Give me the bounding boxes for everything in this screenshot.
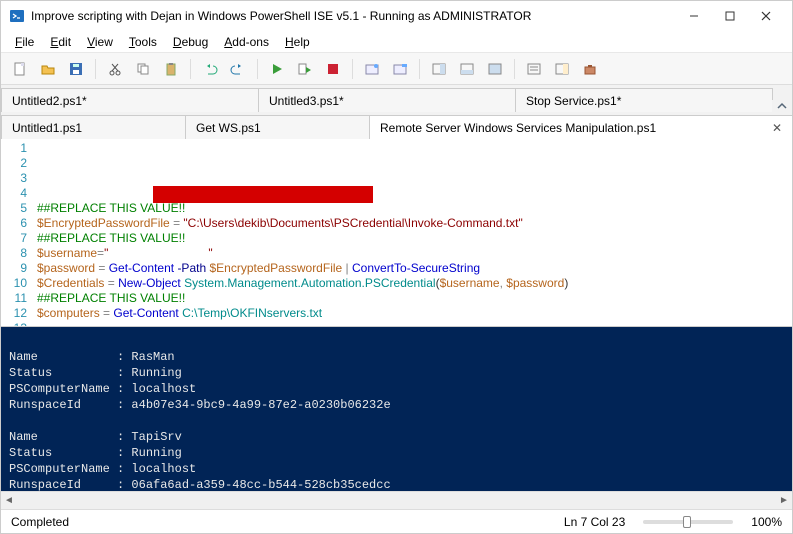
show-command-addon-button[interactable]: [549, 57, 575, 81]
scroll-track[interactable]: [17, 494, 776, 508]
scroll-right-arrow[interactable]: ►: [776, 493, 792, 509]
close-button[interactable]: [748, 2, 784, 30]
tab-strip-files: Untitled1.ps1 Get WS.ps1 Remote Server W…: [1, 112, 792, 139]
tab-stop-service[interactable]: Stop Service.ps1*: [515, 88, 773, 112]
code-area[interactable]: ##REPLACE THIS VALUE!!$EncryptedPassword…: [33, 139, 792, 326]
copy-button[interactable]: [130, 57, 156, 81]
tab-untitled1[interactable]: Untitled1.ps1: [1, 115, 186, 139]
cut-button[interactable]: [102, 57, 128, 81]
run-script-button[interactable]: [264, 57, 290, 81]
cursor-position: Ln 7 Col 23: [564, 515, 625, 529]
layout-right-button[interactable]: [426, 57, 452, 81]
new-file-button[interactable]: [7, 57, 33, 81]
maximize-button[interactable]: [712, 2, 748, 30]
status-text: Completed: [11, 515, 69, 529]
scroll-left-arrow[interactable]: ◄: [1, 493, 17, 509]
zoom-thumb[interactable]: [683, 516, 691, 528]
redaction-overlay-2: [153, 200, 373, 203]
tab-strip-outer: Untitled2.ps1* Untitled3.ps1* Stop Servi…: [1, 85, 792, 112]
layout-full-button[interactable]: [482, 57, 508, 81]
save-button[interactable]: [63, 57, 89, 81]
menu-tools[interactable]: Tools: [121, 33, 165, 51]
toolbox-button[interactable]: [577, 57, 603, 81]
menu-help[interactable]: Help: [277, 33, 318, 51]
status-bar: Completed Ln 7 Col 23 100%: [1, 509, 792, 533]
menu-addons[interactable]: Add-ons: [216, 33, 277, 51]
undo-button[interactable]: [197, 57, 223, 81]
script-editor[interactable]: 12345678910111213 ##REPLACE THIS VALUE!!…: [1, 139, 792, 327]
menu-debug[interactable]: Debug: [165, 33, 216, 51]
menu-edit[interactable]: Edit: [42, 33, 79, 51]
layout-bottom-button[interactable]: [454, 57, 480, 81]
tab-get-ws[interactable]: Get WS.ps1: [185, 115, 370, 139]
menu-file[interactable]: File: [7, 33, 42, 51]
zoom-level: 100%: [751, 515, 782, 529]
tab-untitled3[interactable]: Untitled3.ps1*: [258, 88, 516, 112]
open-file-button[interactable]: [35, 57, 61, 81]
menu-view[interactable]: View: [79, 33, 121, 51]
paste-button[interactable]: [158, 57, 184, 81]
titlebar: Improve scripting with Dejan in Windows …: [1, 1, 792, 31]
zoom-slider[interactable]: [643, 520, 733, 524]
horizontal-scrollbar[interactable]: ◄ ►: [1, 491, 792, 509]
menubar: File Edit View Tools Debug Add-ons Help: [1, 31, 792, 53]
console-output[interactable]: Name : RasMan Status : Running PSCompute…: [1, 327, 792, 491]
tab-remote-server[interactable]: Remote Server Windows Services Manipulat…: [369, 115, 793, 139]
start-remote-button[interactable]: [387, 57, 413, 81]
tab-untitled2[interactable]: Untitled2.ps1*: [1, 88, 259, 112]
redaction-overlay: [153, 186, 373, 200]
tab-close-button[interactable]: ✕: [772, 121, 782, 135]
stop-button[interactable]: [320, 57, 346, 81]
minimize-button[interactable]: [676, 2, 712, 30]
new-remote-tab-button[interactable]: [359, 57, 385, 81]
redo-button[interactable]: [225, 57, 251, 81]
app-icon: [9, 8, 25, 24]
toolbar: [1, 53, 792, 85]
line-number-gutter: 12345678910111213: [1, 139, 33, 326]
window-title: Improve scripting with Dejan in Windows …: [31, 9, 676, 23]
run-selection-button[interactable]: [292, 57, 318, 81]
collapse-up-button[interactable]: [772, 100, 792, 112]
show-command-pane-button[interactable]: [521, 57, 547, 81]
